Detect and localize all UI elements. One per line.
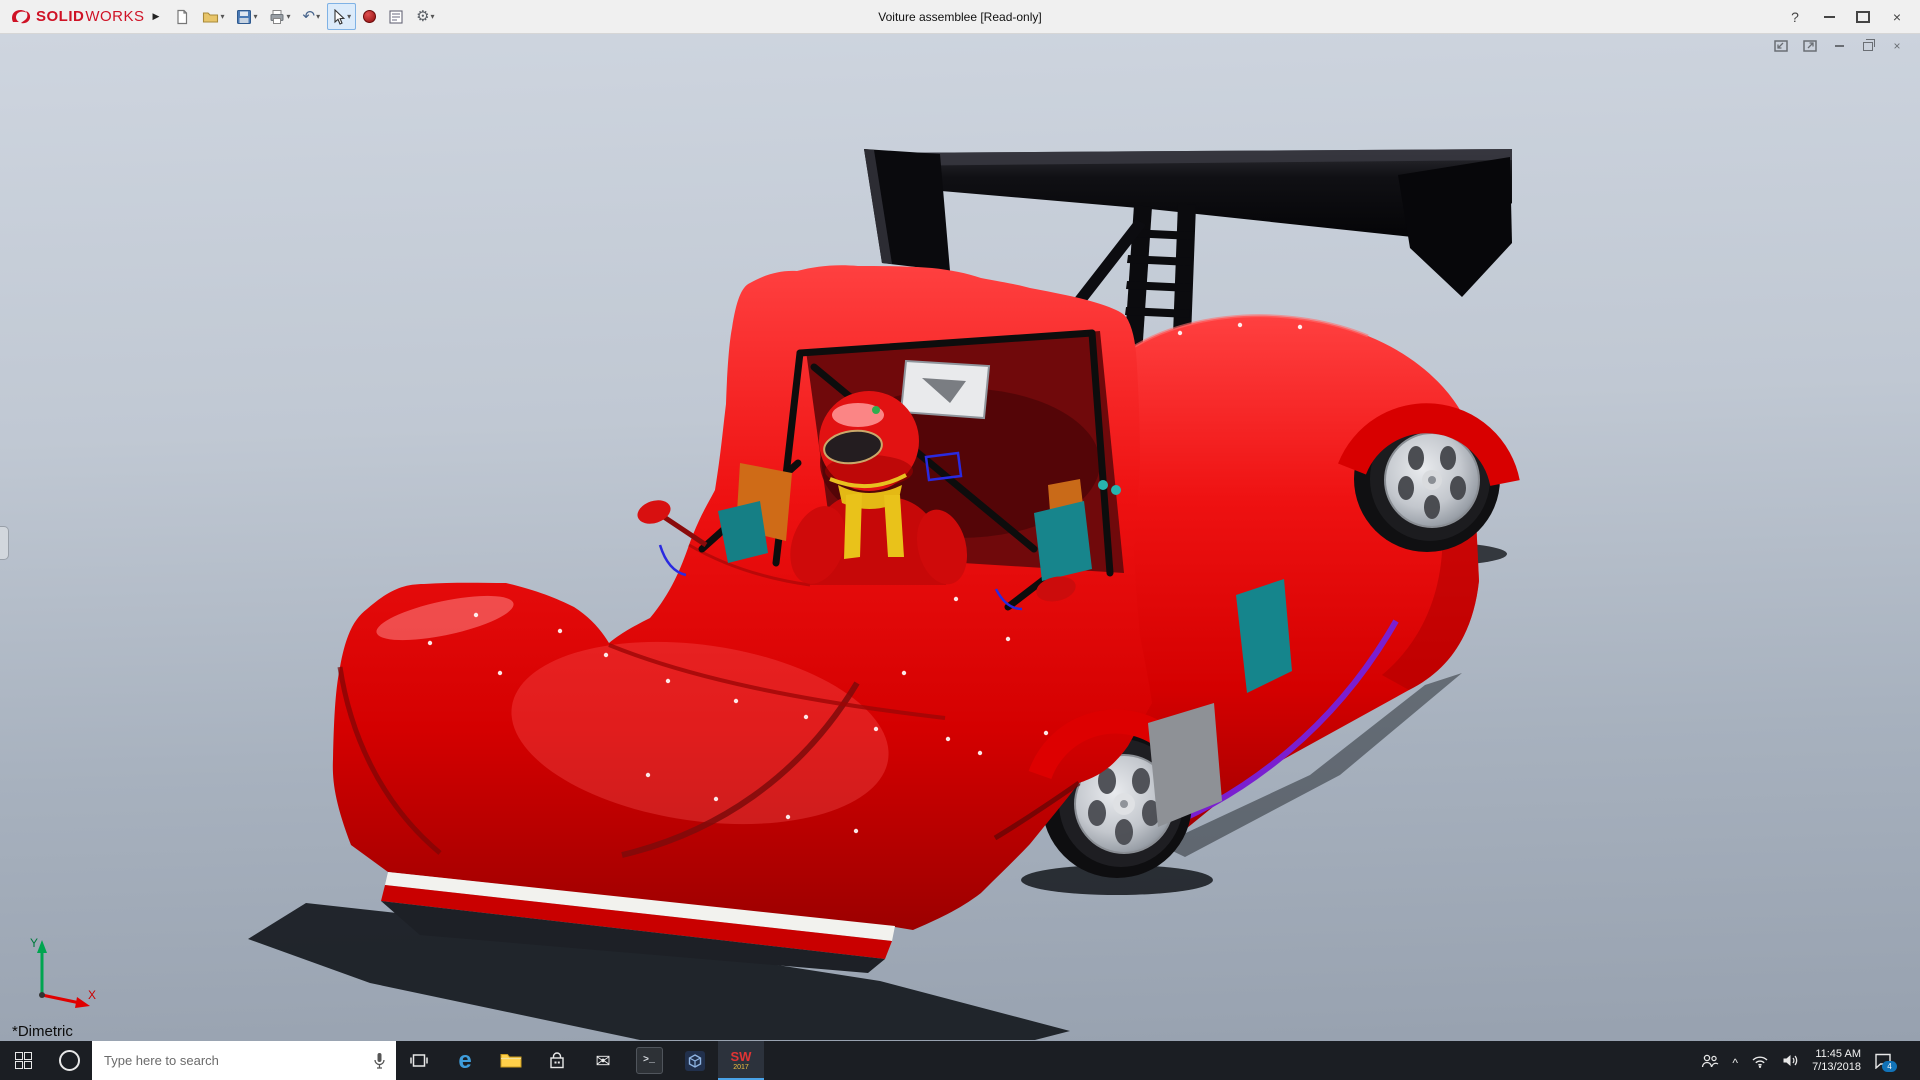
volume-icon[interactable] [1782, 1053, 1799, 1068]
maximize-icon [1856, 11, 1870, 23]
system-tray: ^ 11:45 AM 7/13/2018 4 [1701, 1041, 1920, 1080]
save-button[interactable]: ▾ [231, 3, 262, 30]
tray-chevron-icon[interactable]: ^ [1732, 1056, 1738, 1070]
save-dropdown-caret[interactable]: ▾ [253, 12, 257, 21]
panel-splitter-handle[interactable] [0, 526, 9, 560]
solidworks-window: SOLID WORKS ▶ ▾ [0, 0, 1920, 1080]
y-axis-label: Y [30, 936, 38, 950]
edge-button[interactable]: e [442, 1041, 488, 1080]
record-icon [363, 10, 376, 23]
new-document-icon [174, 9, 190, 25]
console-button[interactable]: >_ [626, 1041, 672, 1080]
print-icon [269, 9, 285, 25]
y-axis-arrow [37, 940, 47, 953]
folder-icon [500, 1052, 522, 1069]
doc-minimize-icon [1835, 45, 1844, 47]
car-assembly-model[interactable] [0, 33, 1920, 1041]
properties-icon [388, 9, 404, 25]
people-icon[interactable] [1701, 1054, 1719, 1068]
titlebar: SOLID WORKS ▶ ▾ [0, 0, 1920, 34]
ds-logo-icon [10, 8, 32, 26]
undo-button[interactable]: ↶ ▾ [297, 3, 325, 30]
start-button[interactable] [0, 1041, 46, 1080]
3d-viewport[interactable]: × Y X *Dimetric [0, 33, 1920, 1041]
brand-solid: SOLID [36, 8, 84, 25]
select-button[interactable]: ▾ [327, 3, 356, 30]
rear-wheel [1352, 406, 1505, 552]
clock-time: 11:45 AM [1812, 1048, 1861, 1061]
solidworks-app-icon: SW 2017 [731, 1050, 752, 1071]
store-button[interactable] [534, 1041, 580, 1080]
task-view-button[interactable] [396, 1041, 442, 1080]
cortana-icon [59, 1050, 80, 1071]
solidworks-taskbar-button[interactable]: SW 2017 [718, 1041, 764, 1080]
solidworks-logo: SOLID WORKS [10, 8, 145, 26]
cube-app-icon [684, 1050, 706, 1072]
open-folder-icon [202, 9, 219, 25]
doc-close-button[interactable]: × [1888, 38, 1906, 54]
help-button[interactable]: ? [1780, 5, 1810, 29]
options-button[interactable]: ⚙ ▾ [411, 3, 439, 30]
clock-date: 7/13/2018 [1812, 1061, 1861, 1074]
notification-badge: 4 [1882, 1061, 1897, 1072]
doc-restore-button[interactable] [1859, 38, 1877, 54]
file-properties-button[interactable] [383, 3, 409, 30]
open-button[interactable]: ▾ [197, 3, 229, 30]
menu-flyout-arrow[interactable]: ▶ [153, 11, 160, 22]
mail-button[interactable]: ✉ [580, 1041, 626, 1080]
task-view-icon [410, 1053, 428, 1068]
left-mirror [634, 496, 673, 527]
doc-pane-right-button[interactable] [1801, 38, 1819, 54]
save-icon [236, 9, 252, 25]
quick-access-toolbar: ▾ ▾ ▾ ↶ ▾ [169, 3, 439, 30]
select-dropdown-caret[interactable]: ▾ [347, 12, 351, 21]
action-center-button[interactable]: 4 [1874, 1052, 1892, 1069]
microphone-icon[interactable] [373, 1052, 386, 1069]
file-explorer-button[interactable] [488, 1041, 534, 1080]
store-bag-icon [548, 1052, 566, 1070]
minimize-icon [1824, 16, 1835, 18]
open-dropdown-caret[interactable]: ▾ [220, 12, 224, 21]
brand-works: WORKS [85, 8, 144, 25]
options-dropdown-caret[interactable]: ▾ [431, 12, 435, 21]
helmet [819, 391, 919, 491]
network-icon[interactable] [1751, 1054, 1769, 1068]
taskbar-search[interactable] [92, 1041, 396, 1080]
select-cursor-icon [332, 9, 346, 25]
undo-dropdown-caret[interactable]: ▾ [316, 12, 320, 21]
undo-icon: ↶ [302, 9, 315, 24]
minimize-button[interactable] [1814, 5, 1844, 29]
taskbar-clock[interactable]: 11:45 AM 7/13/2018 [1812, 1048, 1861, 1074]
x-axis-label: X [88, 988, 96, 1002]
windows-logo-icon [15, 1052, 32, 1069]
cortana-button[interactable] [46, 1041, 92, 1080]
doc-restore-icon [1863, 42, 1873, 51]
window-controls: ? × [1780, 5, 1920, 29]
mail-icon: ✉ [595, 1052, 610, 1070]
edge-icon: e [458, 1049, 471, 1073]
print-button[interactable]: ▾ [264, 3, 295, 30]
view-orientation-label: *Dimetric [12, 1023, 73, 1040]
taskbar: e ✉ >_ [0, 1041, 1920, 1080]
search-input[interactable] [102, 1052, 365, 1069]
close-button[interactable]: × [1882, 5, 1912, 29]
viewer-app-button[interactable] [672, 1041, 718, 1080]
console-icon: >_ [636, 1047, 663, 1074]
print-dropdown-caret[interactable]: ▾ [286, 12, 290, 21]
gear-icon: ⚙ [416, 9, 429, 24]
doc-minimize-button[interactable] [1830, 38, 1848, 54]
doc-pane-left-button[interactable] [1772, 38, 1790, 54]
document-window-controls: × [1772, 38, 1906, 54]
orientation-triad: Y X [8, 931, 100, 1017]
maximize-button[interactable] [1848, 5, 1878, 29]
record-macro-button[interactable] [358, 3, 381, 30]
new-document-button[interactable] [169, 3, 195, 30]
